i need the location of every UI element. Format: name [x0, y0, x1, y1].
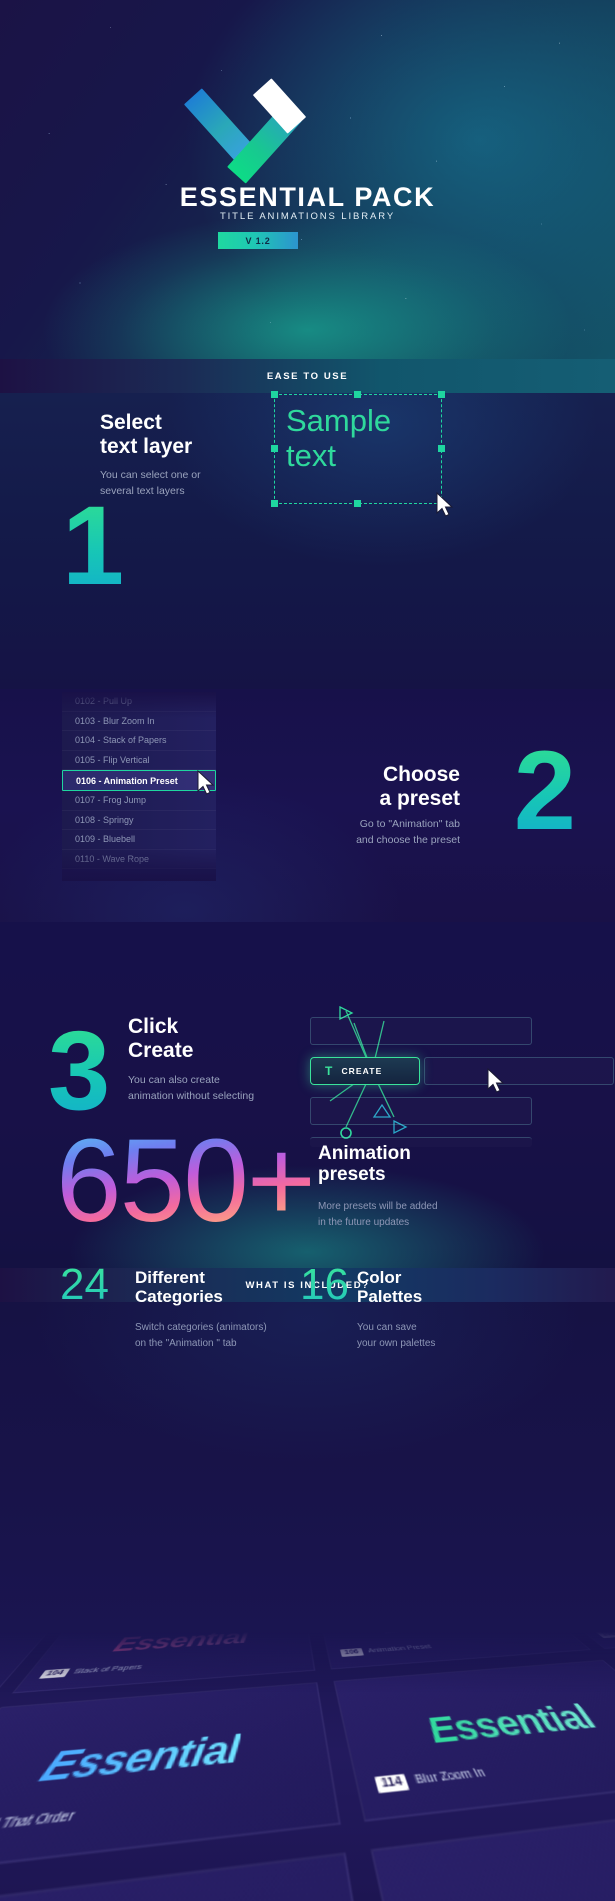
selection-handle-top-left[interactable] [271, 391, 278, 398]
preset-label: 0109 - Bluebell [75, 834, 136, 845]
create-button[interactable]: T CREATE [310, 1057, 420, 1085]
version-badge: V 1.2 [218, 232, 298, 249]
selection-handle-middle-left[interactable] [271, 445, 278, 452]
preset-label: 0104 - Stack of Papers [75, 735, 167, 746]
palettes-count-value: 16 [300, 1260, 349, 1309]
preset-list-item[interactable]: 0107 - Frog Jump [62, 791, 216, 811]
palettes-heading: Color Palettes [357, 1268, 423, 1307]
hero-section: ESSENTIAL PACK TITLE ANIMATIONS LIBRARY … [0, 0, 615, 393]
create-button-label: CREATE [341, 1066, 383, 1076]
gallery-tile-word: Essential [31, 1726, 242, 1792]
preset-label: 0107 - Frog Jump [75, 795, 147, 806]
sample-text-layer[interactable]: Sample text [286, 403, 456, 474]
hero-subtitle: TITLE ANIMATIONS LIBRARY [219, 211, 396, 222]
preset-list-item-selected[interactable]: 0106 - Animation Preset [62, 770, 216, 791]
essential-pack-logo-icon [183, 78, 310, 184]
preset-label: 0106 - Animation Preset [76, 775, 178, 786]
preset-label: 0105 - Flip Vertical [75, 754, 150, 765]
preset-list-item[interactable]: 0108 - Springy [62, 810, 216, 830]
logo-bar-white [252, 78, 307, 134]
preset-list-item[interactable]: 0109 - Bluebell [62, 830, 216, 850]
preset-count-body: More presets will be added in the future… [318, 1201, 438, 1228]
gallery-tile[interactable]: Essential 112Text That Order [0, 1682, 341, 1881]
ae-field-row-2[interactable] [424, 1057, 614, 1085]
preset-list-item[interactable]: 0103 - Blur Zoom In [62, 711, 216, 731]
step-2-number: 2 [513, 728, 576, 853]
ae-field-row-1[interactable] [310, 1017, 532, 1045]
gallery-tile-number: 114 [374, 1773, 411, 1794]
gallery-tile[interactable]: Essential120Frog Jump [0, 1852, 425, 1901]
preset-label: 0108 - Springy [75, 814, 134, 825]
gallery-fade-overlay [0, 1632, 615, 1692]
selection-handle-top-center[interactable] [354, 391, 361, 398]
stats-section [0, 1302, 615, 1632]
selection-handle-bottom-left[interactable] [271, 500, 278, 507]
gallery-tile-label: Blur Zoom In [413, 1767, 489, 1788]
step-2-heading: Choose a preset [379, 763, 460, 810]
preset-gallery-section: Essential102Text That Order Essential104… [0, 1632, 615, 1901]
preset-count-heading: Animation presets [318, 1143, 411, 1186]
gallery-tile-word: Essential [419, 1697, 608, 1752]
step-1-heading: Select text layer [100, 411, 193, 458]
step-3-heading: Click Create [128, 1015, 194, 1062]
preset-list-item[interactable]: 0105 - Flip Vertical [62, 750, 216, 770]
palettes-body: You can save your own palettes [357, 1322, 436, 1349]
step-1-number: 1 [62, 483, 124, 608]
ae-field-row-3[interactable] [310, 1097, 532, 1125]
categories-count-value: 24 [60, 1260, 109, 1309]
gallery-tile-label: Text That Order [0, 1809, 77, 1836]
step-3-body: You can also create animation without se… [128, 1074, 255, 1103]
band-ease-label: EASE TO USE [266, 370, 349, 382]
gallery-tile-tag: 112Text That Order [0, 1808, 77, 1844]
step-3-number: 3 [48, 1008, 110, 1133]
preset-list-item[interactable]: 0102 - Pull Up [62, 692, 216, 712]
promo-page: ESSENTIAL PACK TITLE ANIMATIONS LIBRARY … [0, 0, 615, 1901]
preset-list-item[interactable]: 0110 - Wave Rope [62, 849, 216, 869]
preset-list-item[interactable]: 0104 - Stack of Papers [62, 731, 216, 751]
preset-label: 0110 - Wave Rope [75, 853, 150, 864]
step-1-body: You can select one or several text layer… [100, 469, 201, 498]
text-tool-icon: T [325, 1064, 334, 1078]
hero-title: ESSENTIAL PACK [179, 182, 436, 212]
gallery-tile-word: Essential [519, 1890, 615, 1901]
categories-heading: Different Categories [135, 1268, 223, 1307]
categories-body: Switch categories (animators) on the "An… [135, 1322, 267, 1349]
preset-count-value: 650+ [56, 1115, 316, 1247]
selection-handle-bottom-center[interactable] [354, 500, 361, 507]
selection-handle-top-right[interactable] [438, 391, 445, 398]
gallery-tile-tag: 114 Blur Zoom In [374, 1766, 489, 1794]
animation-preset-list[interactable]: 0102 - Pull Up 0103 - Blur Zoom In 0104 … [62, 692, 216, 881]
preset-label: 0103 - Blur Zoom In [75, 715, 155, 726]
step-2-body: Go to "Animation" tab and choose the pre… [356, 818, 460, 847]
after-effects-panel: T CREATE [310, 1005, 615, 1150]
preset-label: 0102 - Pull Up [75, 696, 133, 707]
band-ease-to-use: EASE TO USE [0, 359, 615, 407]
